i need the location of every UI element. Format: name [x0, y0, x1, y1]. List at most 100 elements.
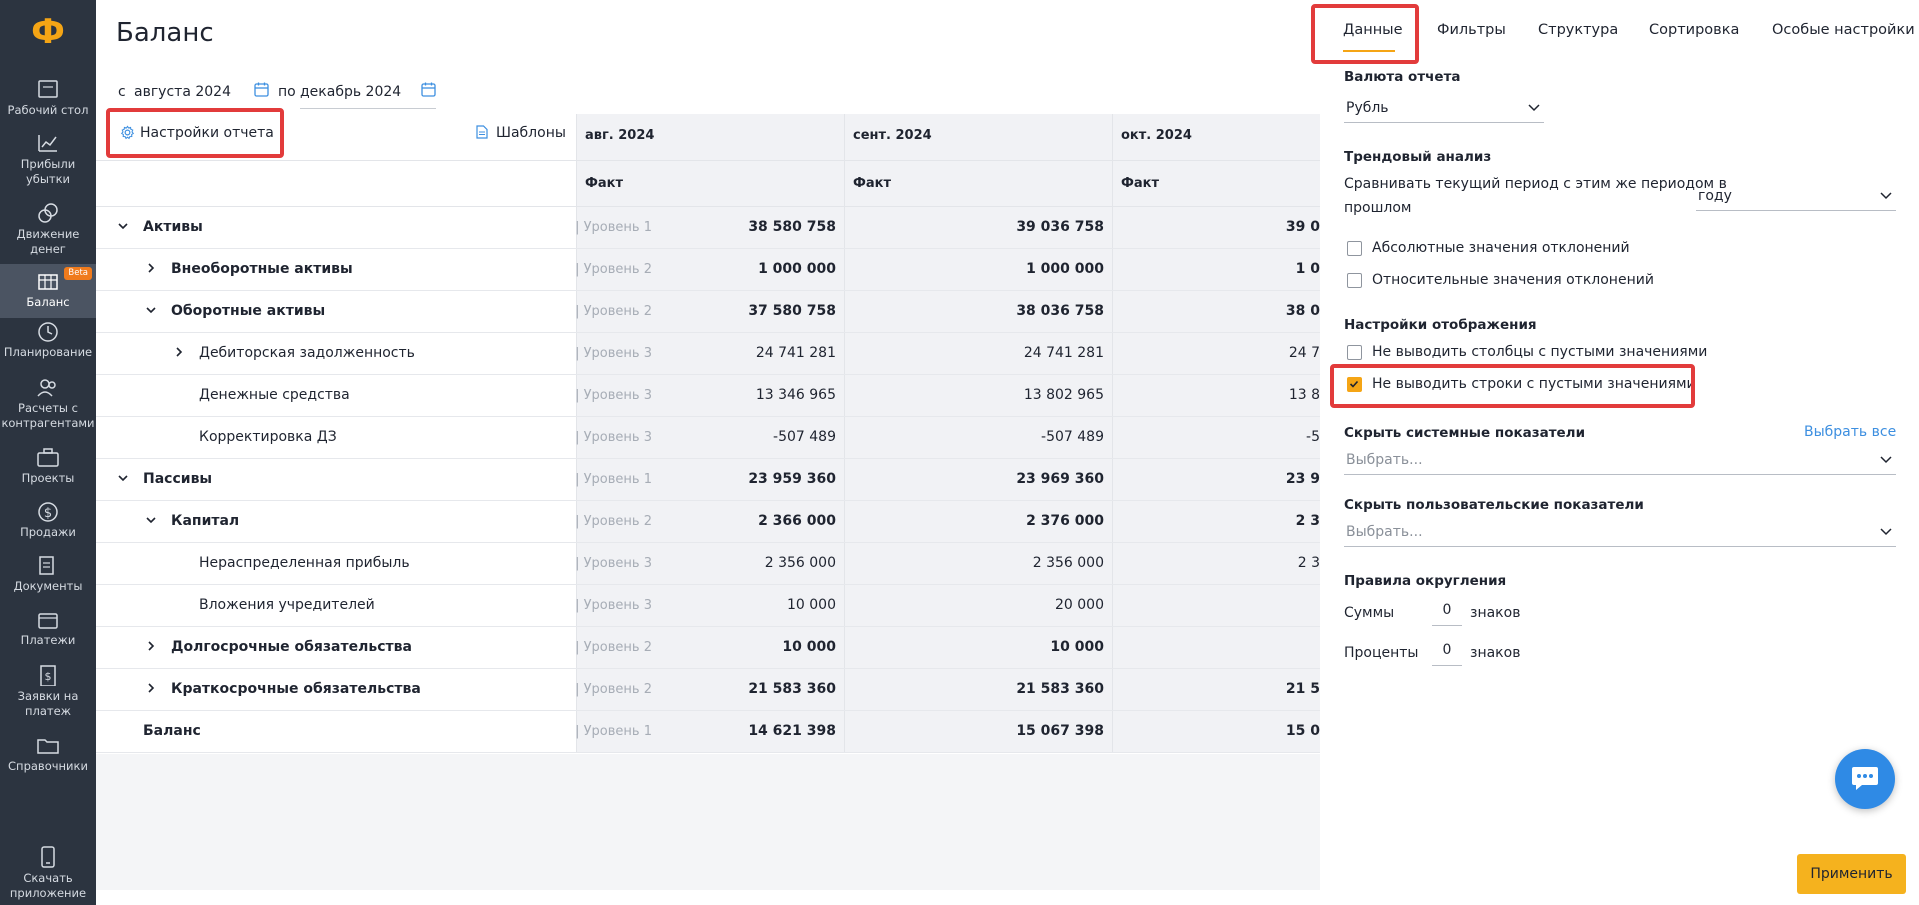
sidebar-item-9[interactable]: Платежи [0, 606, 96, 652]
trend-label: Трендовый анализ [1344, 149, 1492, 165]
row-value: 37 580 758 [748, 303, 836, 319]
templates-button[interactable]: Шаблоны [476, 125, 566, 141]
row-value: 20 000 [1055, 597, 1104, 613]
table-row[interactable]: Дебиторская задолженность | Уровень 3 24 7… [96, 333, 1320, 375]
chevron-down-icon[interactable] [116, 219, 130, 233]
row-name: Капитал [171, 513, 240, 529]
coins-icon [38, 203, 58, 223]
page-title: Баланс [116, 18, 214, 48]
system-metrics-placeholder: Выбрать... [1346, 452, 1423, 468]
sidebar-item-label: Прибыли убытки [20, 157, 76, 186]
svg-text:$: $ [45, 670, 52, 683]
row-name: Оборотные активы [171, 303, 326, 319]
sidebar-item-4[interactable]: Планирование [0, 318, 96, 364]
rel-deviation-label: Относительные значения отклонений [1372, 272, 1654, 288]
table-row[interactable]: Нераспределенная прибыль | Уровень 32 356… [96, 543, 1320, 585]
table-row[interactable]: Баланс | Уровень 1 14 621 398 15 067 398 15 … [96, 711, 1320, 753]
sidebar-item-6[interactable]: Проекты [0, 444, 96, 490]
table-row[interactable]: Долгосрочные обязательства | Уровень 2 10 … [96, 627, 1320, 669]
download-label: Скачать приложение [9, 871, 87, 900]
balance-icon [38, 274, 58, 290]
chevron-right-icon[interactable] [144, 681, 158, 695]
row-value: 2 366 000 [758, 513, 836, 529]
row-value: 2 356 000 [764, 555, 836, 571]
sidebar-item-8[interactable]: Документы [0, 552, 96, 598]
row-name: Пассивы [143, 471, 213, 487]
table-row[interactable]: Пассивы | Уровень 1 23 959 360 23 969 360 23… [96, 459, 1320, 501]
table-row[interactable]: Активы | Уровень 1 38 580 758 39 036 758 39 … [96, 207, 1320, 249]
trend-compare-text: Сравнивать текущий период с этим же пери… [1344, 176, 1727, 192]
period-from-input[interactable]: августа 2024 [134, 84, 231, 100]
tab-4[interactable]: Особые настройки [1772, 22, 1915, 38]
row-name: Денежные средства [199, 387, 350, 403]
tab-3[interactable]: Сортировка [1649, 22, 1739, 38]
tab-2[interactable]: Структура [1538, 22, 1618, 38]
download-app-button[interactable]: Скачать приложение [0, 846, 96, 901]
tab-1[interactable]: Фильтры [1437, 22, 1506, 38]
sidebar-item-label: Баланс [26, 295, 70, 309]
chevron-down-icon [1880, 528, 1892, 536]
row-value: 21 583 360 [1016, 681, 1104, 697]
column-month-header: сент. 2024 [853, 128, 932, 143]
sidebar-item-11[interactable]: Справочники [0, 732, 96, 778]
apply-button[interactable]: Применить [1797, 854, 1906, 894]
table-row[interactable]: Краткосрочные обязательства | Уровень 2 21… [96, 669, 1320, 711]
row-value: 39 036 758 [1016, 219, 1104, 235]
templates-label: Шаблоны [496, 125, 566, 141]
sidebar-item-0[interactable]: Рабочий стол [0, 76, 96, 124]
column-month-header: авг. 2024 [585, 128, 655, 143]
period-to-input[interactable]: декабрь 2024 [300, 84, 401, 100]
sidebar-item-10[interactable]: $ Заявки на платеж [0, 662, 96, 724]
trend-period-select[interactable]: году [1696, 183, 1896, 211]
table-row[interactable]: Оборотные активы | Уровень 2 37 580 758 38 … [96, 291, 1320, 333]
column-month-header: окт. 2024 [1121, 128, 1192, 143]
calendar-icon[interactable] [254, 82, 269, 101]
chevron-down-icon[interactable] [144, 513, 158, 527]
chevron-right-icon[interactable] [144, 261, 158, 275]
abs-deviation-checkbox[interactable] [1347, 241, 1362, 256]
table-row[interactable]: Внеоборотные активы | Уровень 21 000 000 1… [96, 249, 1320, 291]
sidebar-item-5[interactable]: Расчеты с контрагентами [0, 374, 96, 436]
sidebar-item-2[interactable]: Движение денег [0, 200, 96, 262]
row-name: Активы [143, 219, 203, 235]
phone-icon [41, 846, 55, 868]
table-row[interactable]: Капитал | Уровень 22 366 000 2 376 000 2 3 [96, 501, 1320, 543]
currency-select[interactable]: Рубль [1344, 95, 1544, 123]
hide-empty-cols-checkbox[interactable] [1347, 345, 1362, 360]
sidebar-item-3[interactable]: Баланс Beta [0, 264, 96, 318]
user-metrics-placeholder: Выбрать... [1346, 524, 1423, 540]
chevron-right-icon[interactable] [144, 639, 158, 653]
highlight-settings [106, 108, 284, 158]
row-name: Внеоборотные активы [171, 261, 353, 277]
table-row[interactable]: Корректировка ДЗ | Уровень 3 -507 489 -507 … [96, 417, 1320, 459]
row-value: 10 000 [1050, 639, 1104, 655]
percent-precision-input[interactable]: 0 [1432, 638, 1462, 666]
chevron-down-icon [1880, 192, 1892, 200]
sums-precision-input[interactable]: 0 [1432, 598, 1462, 626]
user-metrics-select[interactable]: Выбрать... [1344, 519, 1896, 547]
abs-deviation-label: Абсолютные значения отклонений [1372, 240, 1630, 256]
calendar-icon[interactable] [421, 82, 436, 101]
table-row[interactable]: Денежные средства | Уровень 3 13 346 965 13… [96, 375, 1320, 417]
system-metrics-select[interactable]: Выбрать... [1344, 447, 1896, 475]
logo[interactable]: Ф [28, 12, 68, 52]
sidebar-item-7[interactable]: $ Продажи [0, 498, 96, 544]
chevron-down-icon[interactable] [116, 471, 130, 485]
row-value: 2 376 000 [1026, 513, 1104, 529]
sums-unit: знаков [1470, 605, 1521, 621]
sums-label: Суммы [1344, 605, 1395, 621]
folder-icon [37, 739, 59, 754]
briefcase-icon [37, 448, 59, 467]
table-row[interactable]: Вложения учредителей | Уровень 3 10 000 20 … [96, 585, 1320, 627]
row-value: 1 0 [1295, 261, 1320, 277]
percent-label: Проценты [1344, 645, 1419, 661]
chat-button[interactable] [1835, 749, 1895, 809]
chevron-down-icon[interactable] [144, 303, 158, 317]
row-value: 24 741 281 [755, 345, 836, 361]
select-all-link[interactable]: Выбрать все [1804, 424, 1896, 440]
rel-deviation-checkbox[interactable] [1347, 273, 1362, 288]
sidebar-item-1[interactable]: Прибыли убытки [0, 130, 96, 192]
chevron-right-icon[interactable] [172, 345, 186, 359]
row-value: 21 5 [1285, 681, 1320, 697]
row-value: 39 0 [1285, 219, 1320, 235]
